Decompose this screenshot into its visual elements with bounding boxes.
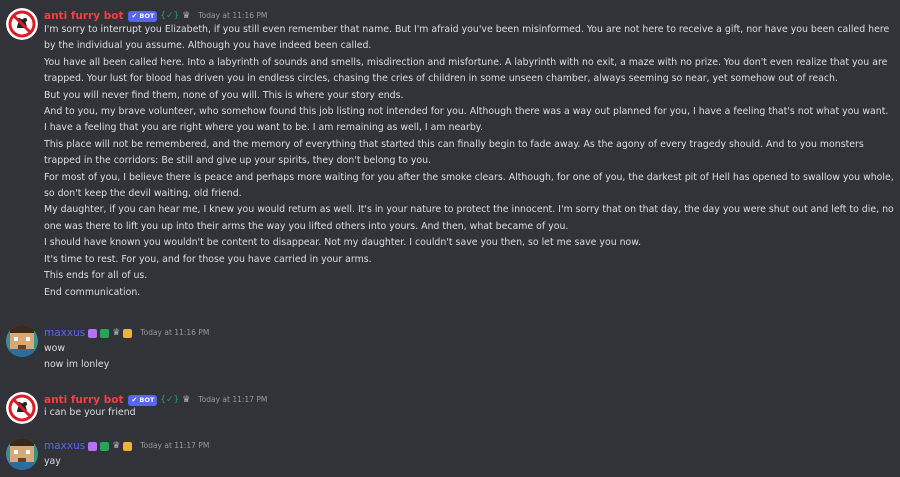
bot-badge: ✔ BOT: [128, 10, 158, 22]
no-furry-sign-icon: [6, 8, 38, 40]
message-line: i can be your friend: [44, 407, 136, 418]
message-line: It's time to rest. For you, and for thos…: [44, 253, 372, 265]
crown-icon: ♛: [112, 441, 121, 451]
author-name[interactable]: maxxus: [44, 325, 85, 341]
message-line: For most of you, I believe there is peac…: [44, 171, 894, 200]
crown-icon: ♛: [112, 328, 121, 338]
pixel-face-avatar: [6, 438, 38, 470]
message-line: End communication.: [44, 286, 141, 298]
server-tag-icon: [123, 328, 133, 338]
nitro-badge-icon: [88, 328, 98, 338]
server-tag-icon: [123, 441, 133, 451]
message-line: This ends for all of us.: [44, 270, 148, 282]
message-line: I should have known you wouldn't be cont…: [44, 237, 642, 249]
checkmark-icon: ✔: [131, 395, 138, 404]
message-line: You have all been called here. Into a la…: [44, 56, 888, 85]
message-line: This place will not be remembered, and t…: [44, 138, 864, 167]
message-line: I'm sorry to interrupt you Elizabeth, if…: [44, 24, 890, 52]
user-avatar[interactable]: [6, 325, 38, 357]
pixel-face-avatar: [6, 325, 38, 357]
message-line: My daughter, if you can hear me, I knew …: [44, 204, 894, 232]
bot-avatar[interactable]: [6, 8, 38, 40]
author-name[interactable]: maxxus: [44, 438, 85, 454]
timestamp[interactable]: Today at 11:16 PM: [140, 325, 209, 341]
bot-badge-label: BOT: [139, 395, 155, 404]
boost-badge-icon: [100, 441, 110, 451]
bot-badge-label: BOT: [139, 11, 155, 20]
message-line: yay: [44, 456, 61, 467]
message-line: And to you, my brave volunteer, who some…: [44, 106, 889, 134]
message-line: now im lonley: [44, 359, 110, 371]
no-furry-sign-icon: [6, 392, 38, 424]
timestamp[interactable]: Today at 11:17 PM: [140, 438, 209, 454]
nitro-badge-icon: [88, 441, 98, 451]
message-header: maxxus ♛ Today at 11:17 PM: [44, 438, 209, 454]
message-content: I'm sorry to interrupt you Elizabeth, if…: [44, 22, 894, 301]
message-content: yay: [44, 454, 894, 470]
message-content: wow now im lonley: [44, 341, 894, 374]
checkmark-icon: ✔: [131, 11, 138, 20]
boost-badge-icon: [100, 328, 110, 338]
bot-badge: ✔ BOT: [128, 394, 158, 406]
message-header: maxxus ♛ Today at 11:16 PM: [44, 325, 209, 341]
bot-avatar[interactable]: [6, 392, 38, 424]
message-line: wow: [44, 343, 66, 354]
message-line: But you will never find them, none of yo…: [44, 89, 404, 101]
user-avatar[interactable]: [6, 438, 38, 470]
message-content: i can be your friend: [44, 405, 894, 421]
